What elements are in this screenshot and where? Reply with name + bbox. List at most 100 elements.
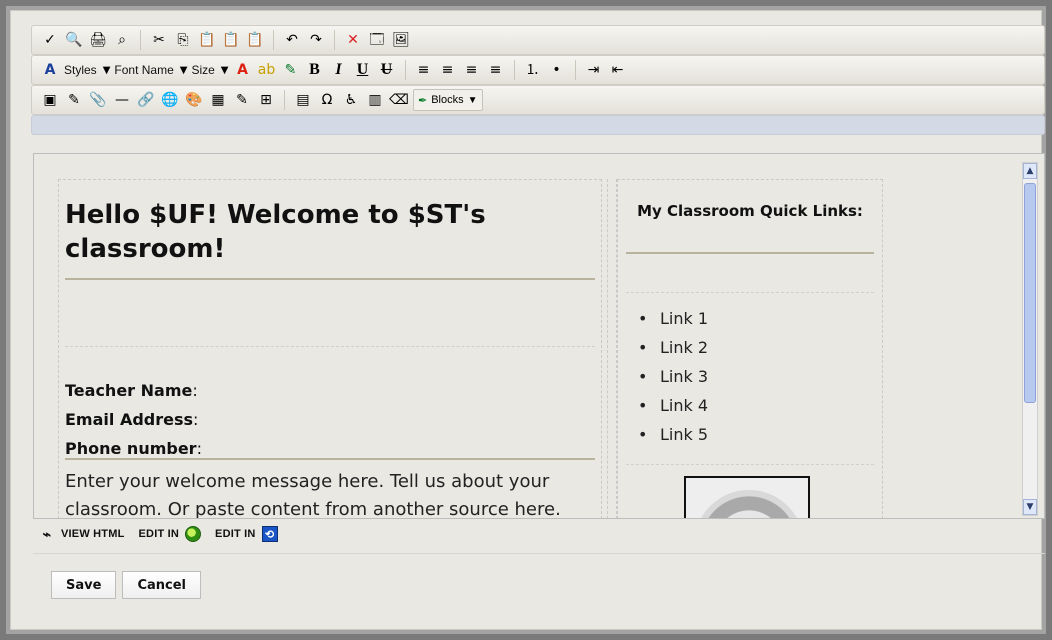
text-box-icon[interactable]: ▤ — [293, 90, 313, 110]
accessibility-icon[interactable]: ♿ — [341, 90, 361, 110]
font-name-label: Font Name — [114, 63, 174, 77]
cancel-button[interactable]: Cancel — [122, 571, 201, 599]
presentation-icon[interactable]: 🖼 — [391, 30, 411, 50]
edit-in-green-button[interactable]: EDIT IN — [139, 526, 202, 542]
chevron-down-icon: ▼ — [179, 64, 188, 76]
size-label: Size — [191, 63, 215, 77]
column-gap — [607, 179, 617, 518]
link-icon[interactable]: 🔗 — [136, 90, 156, 110]
edit-in-label-1: EDIT IN — [138, 528, 180, 540]
globe-icon[interactable]: 🌐 — [160, 90, 180, 110]
format-painter-icon[interactable]: ✎ — [281, 60, 301, 80]
email-address-line[interactable]: Email Address: — [65, 405, 202, 434]
align-left-icon[interactable]: ≡ — [414, 60, 434, 80]
toolbar-row-1: ✓ 🔍 🖨 ⌕ ✂ ⎘ 📋 📋 📋 ↶ ↷ ✕ 🗔 🖼 — [31, 25, 1045, 55]
copy-icon[interactable]: ⎘ — [173, 30, 193, 50]
image-icon[interactable]: ▣ — [40, 90, 60, 110]
form-icon[interactable]: ▥ — [365, 90, 385, 110]
scroll-down-button[interactable]: ▼ — [1023, 499, 1037, 515]
numbered-list-icon[interactable]: ⒈ — [523, 60, 543, 80]
toolbar-separator — [273, 30, 274, 50]
toolbar-separator — [513, 60, 515, 80]
disc-icon — [694, 490, 804, 518]
list-item[interactable]: Link 5 — [638, 420, 708, 449]
horizontal-rule-icon[interactable]: — — [112, 90, 132, 110]
chevron-down-icon: ▼ — [102, 64, 111, 76]
toolbar-row-2: A Styles ▼ Font Name ▼ Size ▼ A ab ✎ B I — [31, 55, 1045, 85]
paste-word-icon[interactable]: 📋 — [245, 30, 265, 50]
left-column[interactable]: Hello $UF! Welcome to $ST's classroom! T… — [58, 179, 602, 518]
attachment-icon[interactable]: 📎 — [88, 90, 108, 110]
align-right-icon[interactable]: ≡ — [462, 60, 482, 80]
size-combo[interactable]: Size ▼ — [191, 63, 228, 77]
outdent-icon[interactable]: ⇤ — [608, 60, 628, 80]
special-character-icon[interactable]: Ω — [317, 90, 337, 110]
email-address-colon: : — [193, 410, 199, 429]
background-color-icon[interactable]: ab — [257, 60, 277, 80]
table-edit-icon[interactable]: ✎ — [232, 90, 252, 110]
grid-icon[interactable]: ⊞ — [256, 90, 276, 110]
binoculars-icon[interactable]: ⌕ — [112, 30, 132, 50]
spellcheck-icon[interactable]: ✓ — [40, 30, 60, 50]
italic-button[interactable]: I — [329, 60, 349, 80]
table-icon[interactable]: ▦ — [208, 90, 228, 110]
eraser-icon[interactable]: ⌫ — [389, 90, 409, 110]
redo-icon[interactable]: ↷ — [306, 30, 326, 50]
welcome-message[interactable]: Enter your welcome message here. Tell us… — [65, 468, 595, 518]
save-button[interactable]: Save — [51, 571, 117, 599]
bulleted-list-icon[interactable]: • — [547, 60, 567, 80]
right-column[interactable]: My Classroom Quick Links: Link 1 Link 2 … — [617, 179, 883, 518]
scroll-up-button[interactable]: ▲ — [1023, 163, 1037, 179]
green-editor-icon — [185, 526, 202, 542]
align-center-icon[interactable]: ≡ — [438, 60, 458, 80]
list-item[interactable]: Link 2 — [638, 333, 708, 362]
font-name-combo[interactable]: Font Name ▼ — [114, 63, 187, 77]
scroll-thumb[interactable] — [1024, 183, 1036, 403]
edit-image-icon[interactable]: ✎ — [64, 90, 84, 110]
strikethrough-button[interactable]: U — [377, 60, 397, 80]
justify-icon[interactable]: ≡ — [486, 60, 506, 80]
view-html-label: VIEW HTML — [61, 528, 125, 540]
quick-links-section-divider — [626, 292, 874, 293]
undo-icon[interactable]: ↶ — [282, 30, 302, 50]
teacher-name-line[interactable]: Teacher Name: — [65, 376, 202, 405]
format-icon[interactable]: A — [40, 60, 60, 80]
underline-button[interactable]: U — [353, 60, 373, 80]
quick-links-list[interactable]: Link 1 Link 2 Link 3 Link 4 Link 5 — [638, 304, 708, 449]
vertical-scrollbar[interactable]: ▲ ▼ — [1022, 162, 1038, 516]
bold-button[interactable]: B — [305, 60, 325, 80]
title-divider — [65, 278, 595, 280]
list-item[interactable]: Link 1 — [638, 304, 708, 333]
remove-format-icon[interactable]: ✕ — [343, 30, 363, 50]
blue-editor-icon: ⟲ — [261, 526, 278, 542]
placeholder-image[interactable] — [684, 476, 810, 518]
paste-icon[interactable]: 📋 — [197, 30, 217, 50]
paste-text-icon[interactable]: 📋 — [221, 30, 241, 50]
teacher-info[interactable]: Teacher Name: Email Address: Phone numbe… — [65, 376, 202, 463]
quick-links-divider — [626, 252, 874, 254]
print-icon[interactable]: 🖨 — [88, 30, 108, 50]
styles-combo[interactable]: Styles ▼ — [64, 63, 110, 77]
list-item[interactable]: Link 3 — [638, 362, 708, 391]
toolbar-row-3: ▣ ✎ 📎 — 🔗 🌐 🎨 ▦ ✎ ⊞ ▤ Ω ♿ ▥ ⌫ ✒ Blocks ▼ — [31, 85, 1045, 115]
phone-number-colon: : — [196, 439, 202, 458]
toolbar-row-4 — [31, 115, 1045, 135]
edit-in-blue-button[interactable]: EDIT IN ⟲ — [215, 526, 278, 542]
teacher-name-colon: : — [192, 381, 198, 400]
find-icon[interactable]: 🔍 — [64, 30, 84, 50]
image-section-divider — [626, 464, 874, 465]
list-item[interactable]: Link 4 — [638, 391, 708, 420]
blocks-dropdown[interactable]: ✒ Blocks ▼ — [413, 89, 483, 111]
cut-icon[interactable]: ✂ — [149, 30, 169, 50]
text-color-icon[interactable]: A — [233, 60, 253, 80]
indent-icon[interactable]: ⇥ — [584, 60, 604, 80]
editor-content-area[interactable]: Hello $UF! Welcome to $ST's classroom! T… — [33, 153, 1045, 519]
editor-frame: ✓ 🔍 🖨 ⌕ ✂ ⎘ 📋 📋 📋 ↶ ↷ ✕ 🗔 🖼 A Styles ▼ F… — [6, 6, 1046, 634]
source-icon[interactable]: 🗔 — [367, 30, 387, 50]
chevron-down-icon: ▼ — [467, 94, 478, 106]
quick-links-title[interactable]: My Classroom Quick Links: — [618, 198, 882, 225]
page-title[interactable]: Hello $UF! Welcome to $ST's classroom! — [65, 198, 585, 266]
media-icon[interactable]: 🎨 — [184, 90, 204, 110]
view-html-button[interactable]: ⌁ VIEW HTML — [39, 526, 125, 542]
document-canvas[interactable]: Hello $UF! Welcome to $ST's classroom! T… — [42, 161, 1034, 518]
